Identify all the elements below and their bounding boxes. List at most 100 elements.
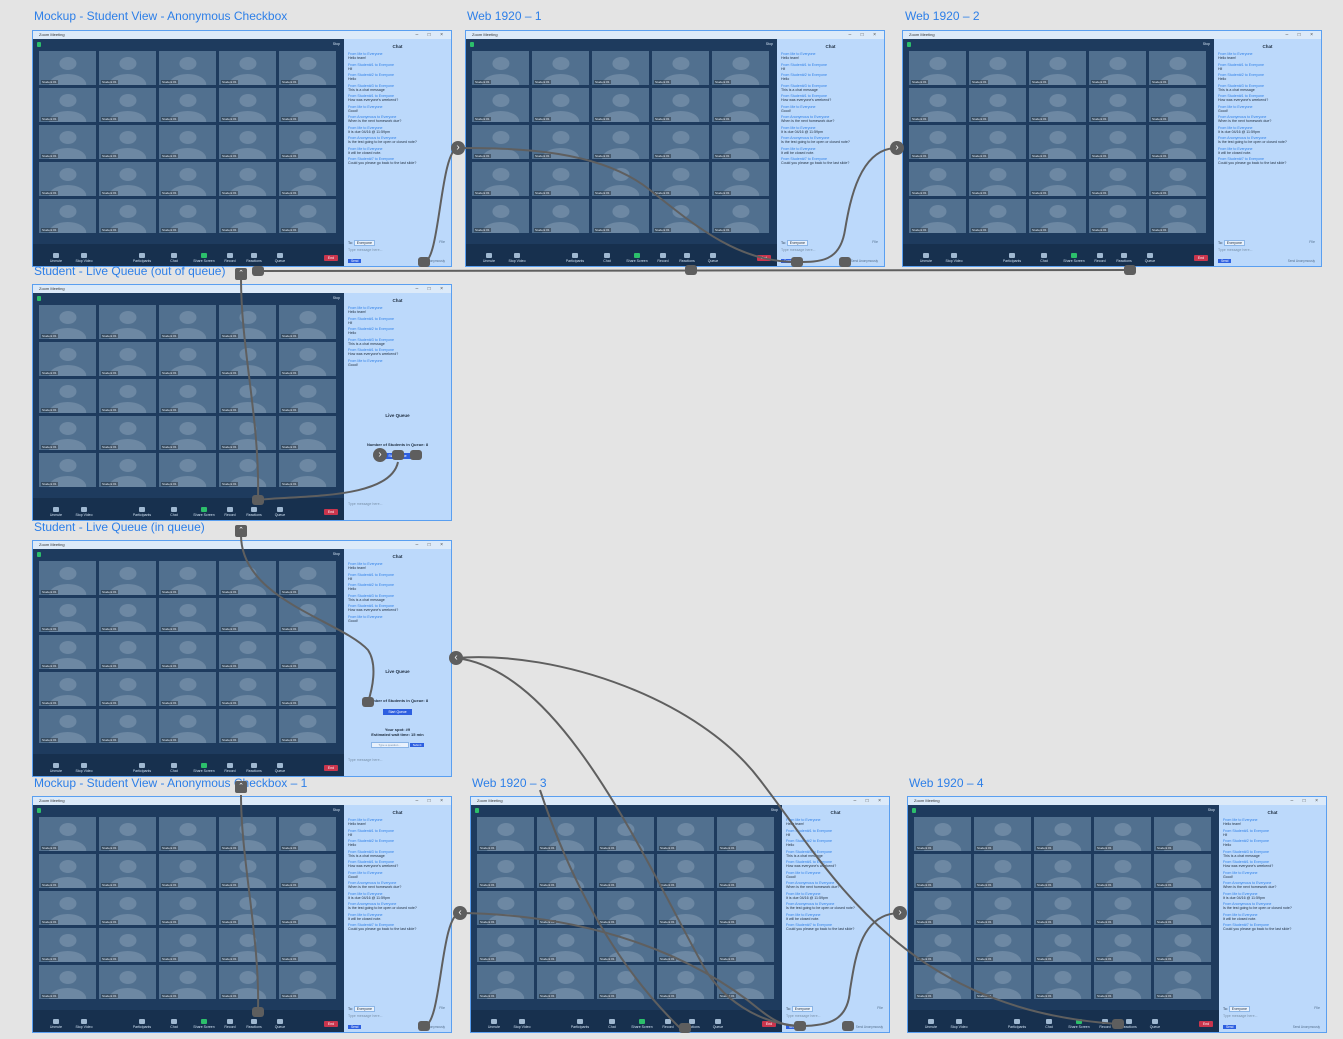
participant-tile[interactable]: Student #1 xyxy=(219,854,276,888)
file-button[interactable]: File xyxy=(877,1006,883,1010)
message-input[interactable]: Type message here... xyxy=(348,248,383,252)
participant-tile[interactable]: Student #1 xyxy=(1154,928,1211,962)
connector-handle[interactable] xyxy=(252,495,264,505)
participant-tile[interactable]: Student #1 xyxy=(914,928,971,962)
send-anonymously-checkbox[interactable]: Send Anonymously xyxy=(856,1025,883,1029)
participant-tile[interactable]: Student #1 xyxy=(909,199,966,233)
toolbar-button-reactions[interactable]: Reactions xyxy=(243,253,265,263)
end-meeting-button[interactable]: End xyxy=(324,1021,338,1027)
participant-tile[interactable]: Student #1 xyxy=(657,965,714,999)
participant-tile[interactable]: Student #1 xyxy=(159,199,216,233)
participant-tile[interactable]: Student #1 xyxy=(99,125,156,159)
participant-tile[interactable]: Student #1 xyxy=(472,125,529,159)
participant-tile[interactable]: Student #1 xyxy=(1149,199,1206,233)
participant-tile[interactable]: Student #1 xyxy=(717,965,774,999)
participant-tile[interactable]: Student #1 xyxy=(279,709,336,743)
file-button[interactable]: File xyxy=(439,240,445,244)
participant-tile[interactable]: Student #1 xyxy=(1089,88,1146,122)
participant-tile[interactable]: Student #1 xyxy=(279,928,336,962)
participant-tile[interactable]: Student #1 xyxy=(279,305,336,339)
window-controls[interactable]: – □ × xyxy=(416,285,448,293)
stop-share-button[interactable]: Stop xyxy=(1208,808,1215,812)
toolbar-button-queue[interactable]: Queue xyxy=(269,763,291,773)
toolbar-button-record[interactable]: Record xyxy=(219,763,241,773)
participant-tile[interactable]: Student #1 xyxy=(1029,125,1086,159)
artboard-title[interactable]: Student - Live Queue (in queue) xyxy=(34,520,205,534)
participant-tile[interactable]: Student #1 xyxy=(279,635,336,669)
participant-tile[interactable]: Student #1 xyxy=(219,891,276,925)
participant-tile[interactable]: Student #1 xyxy=(652,51,709,85)
participant-tile[interactable]: Student #1 xyxy=(969,199,1026,233)
toolbar-button-participants[interactable]: Participants xyxy=(1006,1019,1028,1029)
stop-share-button[interactable]: Stop xyxy=(333,42,340,46)
participant-tile[interactable]: Student #1 xyxy=(159,965,216,999)
participant-tile[interactable]: Student #1 xyxy=(39,598,96,632)
toolbar-button-unmute[interactable]: Unmute xyxy=(45,763,67,773)
participant-tile[interactable]: Student #1 xyxy=(159,453,216,487)
participant-tile[interactable]: Student #1 xyxy=(159,709,216,743)
participant-tile[interactable]: Student #1 xyxy=(219,416,276,450)
toolbar-button-chat[interactable]: Chat xyxy=(596,253,618,263)
flow-arrow-icon[interactable]: ‹ xyxy=(453,906,467,920)
participant-tile[interactable]: Student #1 xyxy=(39,51,96,85)
artboard-title[interactable]: Mockup - Student View - Anonymous Checkb… xyxy=(34,776,307,790)
recipient-dropdown[interactable]: Everyone xyxy=(353,1006,375,1012)
toolbar-button-unmute[interactable]: Unmute xyxy=(920,1019,942,1029)
toolbar-button-queue[interactable]: Queue xyxy=(269,507,291,517)
toolbar-button-reactions[interactable]: Reactions xyxy=(676,253,698,263)
message-input[interactable]: Type message here... xyxy=(348,502,383,506)
participant-tile[interactable]: Student #1 xyxy=(159,88,216,122)
flow-arrow-icon[interactable]: ‹ xyxy=(449,651,463,665)
toolbar-button-share-screen[interactable]: Share Screen xyxy=(1063,253,1085,263)
participant-tile[interactable]: Student #1 xyxy=(159,817,216,851)
participant-tile[interactable]: Student #1 xyxy=(39,88,96,122)
participant-tile[interactable]: Student #1 xyxy=(537,854,594,888)
toolbar-button-record[interactable]: Record xyxy=(219,507,241,517)
participant-tile[interactable]: Student #1 xyxy=(279,453,336,487)
participant-tile[interactable]: Student #1 xyxy=(477,854,534,888)
participant-tile[interactable]: Student #1 xyxy=(219,342,276,376)
participant-tile[interactable]: Student #1 xyxy=(597,928,654,962)
artboard-title[interactable]: Web 1920 – 3 xyxy=(472,776,547,790)
end-meeting-button[interactable]: End xyxy=(1194,255,1208,261)
participant-tile[interactable]: Student #1 xyxy=(1154,854,1211,888)
participant-tile[interactable]: Student #1 xyxy=(537,965,594,999)
participant-tile[interactable]: Student #1 xyxy=(219,672,276,706)
participant-tile[interactable]: Student #1 xyxy=(99,891,156,925)
toolbar-button-record[interactable]: Record xyxy=(657,1019,679,1029)
toolbar-button-chat[interactable]: Chat xyxy=(163,253,185,263)
participant-tile[interactable]: Student #1 xyxy=(219,709,276,743)
participant-tile[interactable]: Student #1 xyxy=(712,88,769,122)
participant-tile[interactable]: Student #1 xyxy=(99,854,156,888)
participant-tile[interactable]: Student #1 xyxy=(39,709,96,743)
participant-tile[interactable]: Student #1 xyxy=(279,598,336,632)
file-button[interactable]: File xyxy=(872,240,878,244)
toolbar-button-reactions[interactable]: Reactions xyxy=(243,1019,265,1029)
file-button[interactable]: File xyxy=(439,1006,445,1010)
toolbar-button-queue[interactable]: Queue xyxy=(702,253,724,263)
participant-tile[interactable]: Student #1 xyxy=(1149,162,1206,196)
flow-toggle-icon[interactable]: ⌃ xyxy=(235,781,247,793)
participant-tile[interactable]: Student #1 xyxy=(1089,199,1146,233)
participant-tile[interactable]: Student #1 xyxy=(39,672,96,706)
participant-tile[interactable]: Student #1 xyxy=(657,854,714,888)
participant-tile[interactable]: Student #1 xyxy=(717,854,774,888)
participant-tile[interactable]: Student #1 xyxy=(1029,162,1086,196)
participant-tile[interactable]: Student #1 xyxy=(99,453,156,487)
toolbar-button-stop-video[interactable]: Stop Video xyxy=(73,507,95,517)
connector-handle[interactable] xyxy=(252,266,264,276)
artboard-title[interactable]: Web 1920 – 4 xyxy=(909,776,984,790)
participant-tile[interactable]: Student #1 xyxy=(657,928,714,962)
participant-tile[interactable]: Student #1 xyxy=(1089,125,1146,159)
participant-tile[interactable]: Student #1 xyxy=(1154,817,1211,851)
participant-tile[interactable]: Student #1 xyxy=(159,891,216,925)
participant-tile[interactable]: Student #1 xyxy=(597,891,654,925)
participant-tile[interactable]: Student #1 xyxy=(99,672,156,706)
toolbar-button-stop-video[interactable]: Stop Video xyxy=(943,253,965,263)
participant-tile[interactable]: Student #1 xyxy=(39,635,96,669)
participant-tile[interactable]: Student #1 xyxy=(159,305,216,339)
participant-tile[interactable]: Student #1 xyxy=(1149,125,1206,159)
toolbar-button-unmute[interactable]: Unmute xyxy=(45,507,67,517)
participant-tile[interactable]: Student #1 xyxy=(279,199,336,233)
connector-handle[interactable] xyxy=(392,450,404,460)
